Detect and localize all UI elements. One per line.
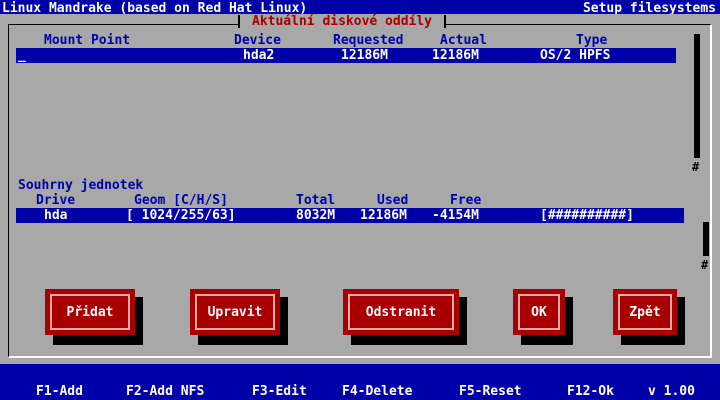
drive-name: hda: [44, 208, 68, 223]
fkey-f2-add-nfs[interactable]: F2-Add NFS: [126, 385, 204, 398]
col-type: Type: [576, 33, 608, 48]
col-free: Free: [450, 193, 482, 208]
summary-scrollbar-thumb[interactable]: #: [701, 259, 708, 271]
ok-button[interactable]: OK: [513, 289, 565, 335]
add-button[interactable]: Přidat: [45, 289, 135, 335]
back-button-label: Zpět: [629, 304, 661, 320]
partition-actual: 12186M: [432, 48, 479, 63]
drive-geom: [ 1024/255/63]: [126, 208, 236, 223]
fkey-f5-reset[interactable]: F5-Reset: [459, 385, 522, 398]
drive-free: -4154M: [432, 208, 479, 223]
col-requested: Requested: [333, 33, 404, 48]
fkey-f12-ok[interactable]: F12-Ok: [567, 385, 614, 398]
fkey-f4-delete[interactable]: F4-Delete: [342, 385, 412, 398]
partition-requested: 12186M: [341, 48, 388, 63]
col-drive: Drive: [36, 193, 76, 208]
ok-button-label: OK: [531, 304, 547, 320]
col-device: Device: [234, 33, 281, 48]
col-mount-point: Mount Point: [44, 33, 131, 48]
col-used: Used: [377, 193, 409, 208]
delete-button[interactable]: Odstranit: [343, 289, 459, 335]
col-total: Total: [296, 193, 336, 208]
fkey-f1-add[interactable]: F1-Add: [36, 385, 83, 398]
version-label: v 1.00: [648, 384, 695, 399]
add-button-label: Přidat: [66, 304, 114, 320]
partition-mount: _: [18, 48, 26, 63]
partition-device: hda2: [243, 48, 275, 63]
back-button[interactable]: Zpět: [613, 289, 677, 335]
col-actual: Actual: [440, 33, 487, 48]
partition-type: OS/2 HPFS: [540, 48, 611, 63]
dialog-title: Aktuální diskové oddíly: [238, 15, 447, 28]
summary-scrollbar[interactable]: [703, 222, 709, 256]
edit-button-label: Upravit: [207, 304, 263, 320]
drive-used: 12186M: [360, 208, 407, 223]
partition-scrollbar[interactable]: [694, 34, 700, 158]
drive-usage-bar: [##########]: [540, 208, 634, 223]
edit-button[interactable]: Upravit: [190, 289, 280, 335]
delete-button-label: Odstranit: [365, 304, 437, 320]
partition-scrollbar-thumb[interactable]: #: [692, 161, 699, 173]
col-geom: Geom [C/H/S]: [134, 193, 228, 208]
summary-label: Souhrny jednotek: [18, 178, 144, 193]
drive-total: 8032M: [296, 208, 336, 223]
screen-background: [0, 364, 720, 384]
fkey-f3-edit[interactable]: F3-Edit: [252, 385, 307, 398]
